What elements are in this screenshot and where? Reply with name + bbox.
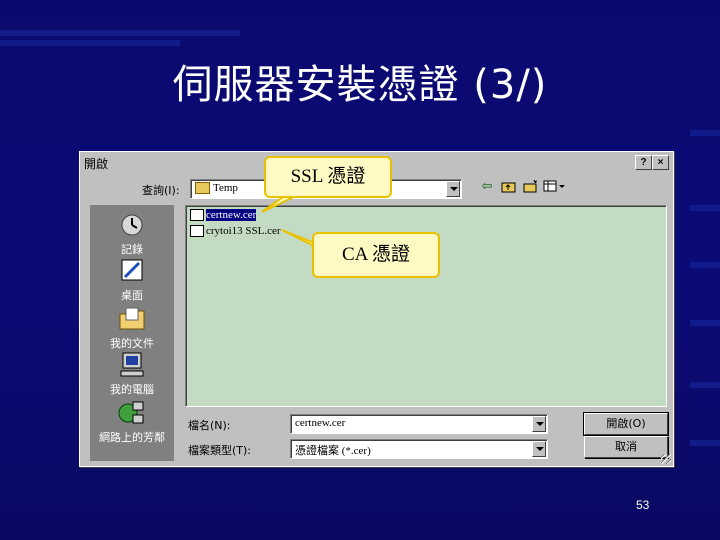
ssl-certificate-callout: SSL 憑證 bbox=[264, 156, 392, 198]
ca-certificate-callout: CA 憑證 bbox=[312, 232, 440, 278]
page-number: 53 bbox=[636, 498, 650, 512]
